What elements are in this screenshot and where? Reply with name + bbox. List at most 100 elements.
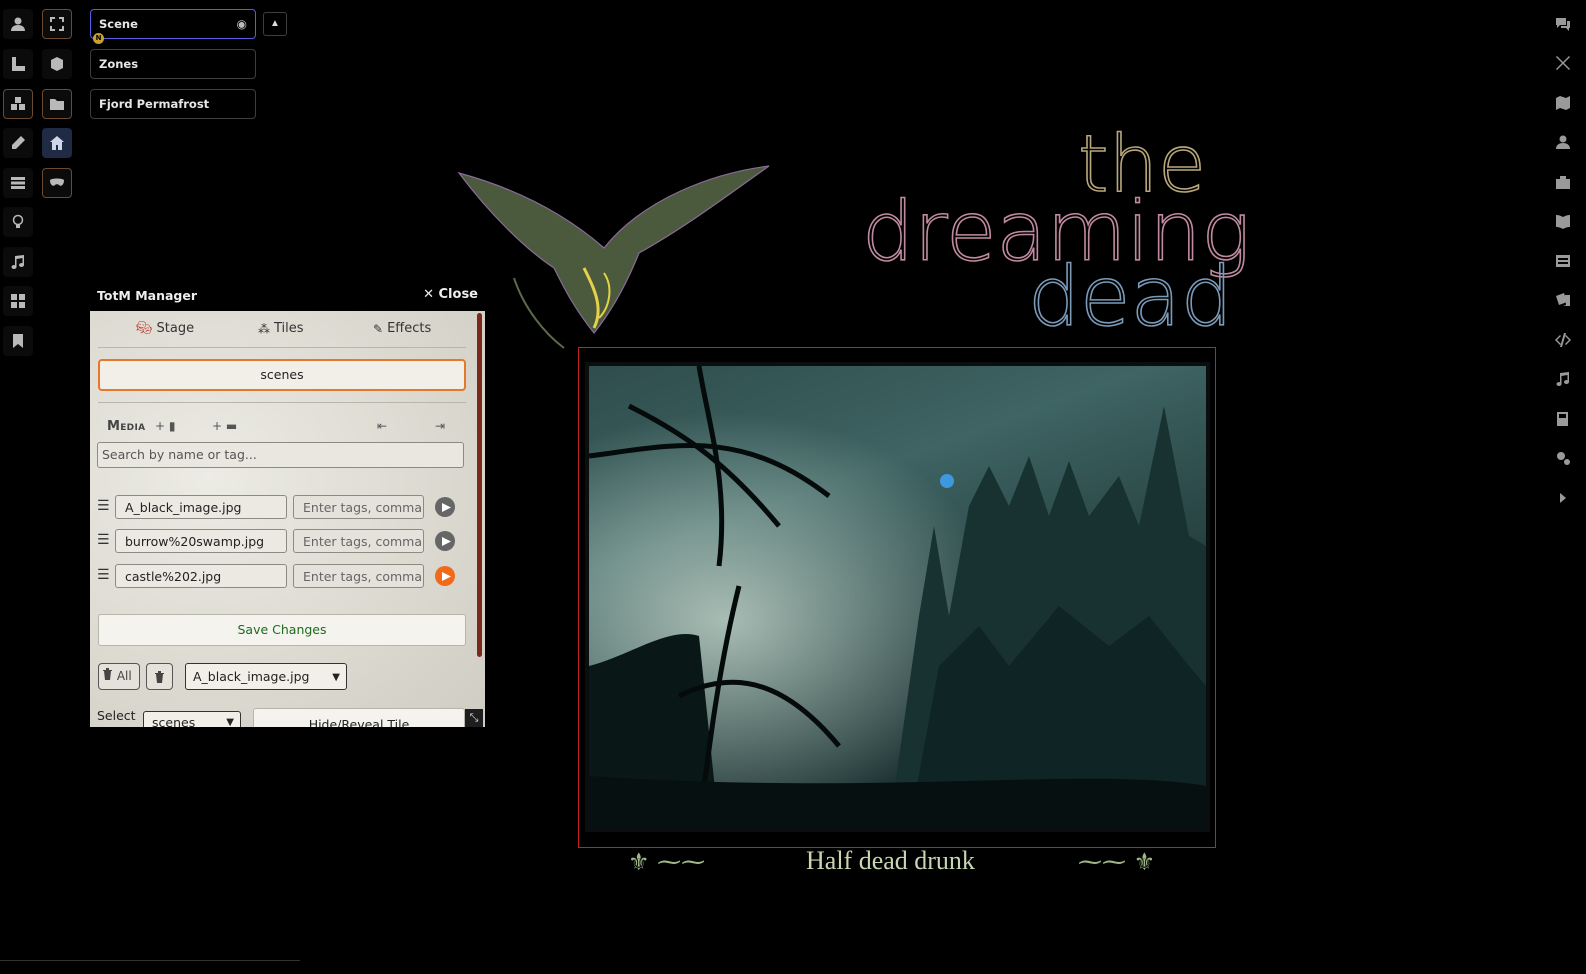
delete-button[interactable]	[146, 663, 173, 690]
map-icon	[1556, 96, 1570, 110]
tiles-controls-button[interactable]	[3, 89, 33, 119]
chat-tab[interactable]	[1553, 11, 1579, 37]
save-changes-button[interactable]: Save Changes	[98, 614, 466, 646]
scene-nav-fjord-permafrost[interactable]: Fjord Permafrost	[90, 89, 256, 119]
playlists-tab[interactable]	[1553, 366, 1579, 392]
journal-tab[interactable]	[1553, 208, 1579, 234]
arrow-left-icon: ⇤	[377, 419, 388, 433]
add-folder-button[interactable]: + ▬	[212, 419, 237, 433]
add-file-button[interactable]: + ▮	[155, 419, 175, 433]
items-tab[interactable]	[1553, 169, 1579, 195]
scenes-tile-button[interactable]: scenes	[98, 359, 466, 391]
actors-tab[interactable]	[1553, 129, 1579, 155]
scene-caption: Half dead drunk	[806, 846, 975, 875]
scene-nav-label: Fjord Permafrost	[99, 97, 210, 111]
scene-nav-label: Scene	[99, 17, 138, 31]
scenes-tab[interactable]	[1553, 90, 1579, 116]
music-icon	[11, 255, 25, 270]
compendium-icon	[1557, 412, 1568, 426]
sidebar-collapse-button[interactable]	[1553, 485, 1579, 511]
drag-handle-icon[interactable]: ☰	[97, 567, 110, 583]
mask-tool-button[interactable]	[42, 168, 72, 198]
home-tool-button[interactable]	[42, 128, 72, 158]
drag-handle-icon[interactable]: ☰	[97, 532, 110, 548]
settings-tab[interactable]	[1553, 445, 1579, 471]
section-divider	[98, 402, 466, 403]
macros-icon	[1555, 333, 1571, 347]
media-label: Media	[107, 419, 146, 434]
fullscreen-button[interactable]	[42, 9, 72, 39]
cards-icon	[1556, 293, 1570, 306]
regions-controls-button[interactable]	[3, 286, 33, 316]
lighting-controls-button[interactable]	[3, 207, 33, 237]
token-controls-button[interactable]	[3, 9, 33, 39]
panel-close-button[interactable]: ✕ Close	[423, 287, 478, 302]
folder-tool-button[interactable]	[42, 89, 72, 119]
chevron-down-icon: ▼	[332, 672, 340, 683]
media-toolbar: Media + ▮ + ▬ ⇤ ⇥	[107, 419, 467, 437]
cubes-icon	[11, 97, 25, 110]
macros-tab[interactable]	[1553, 327, 1579, 353]
import-button[interactable]: ⇤	[377, 419, 387, 433]
cards-tab[interactable]	[1553, 287, 1579, 313]
user-icon	[11, 17, 25, 31]
hide-reveal-tile-button[interactable]: Hide/Reveal Tile	[253, 708, 465, 727]
tags-input[interactable]: Enter tags, comma	[293, 564, 424, 588]
chat-icon	[1556, 18, 1570, 31]
tables-tab[interactable]	[1553, 248, 1579, 274]
scene-nav-label: Zones	[99, 57, 139, 71]
panel-header[interactable]: TotM Manager ✕ Close	[90, 283, 486, 307]
file-name-field[interactable]: A_black_image.jpg	[115, 495, 287, 519]
tab-tiles[interactable]: ⁂ Tiles	[258, 321, 304, 336]
scene-nav-toggle-button[interactable]: ▲	[263, 12, 287, 36]
walls-controls-button[interactable]	[3, 168, 33, 198]
cube-tool-button[interactable]	[42, 49, 72, 79]
actor-icon	[1556, 135, 1570, 149]
select-label: Select	[97, 708, 136, 723]
tags-input[interactable]: Enter tags, comma	[293, 495, 424, 519]
file-select[interactable]: A_black_image.jpg ▼	[185, 663, 347, 690]
scene-nav-scene[interactable]: Scene ◉ N	[90, 9, 256, 44]
trash-icon	[155, 670, 164, 683]
tab-stage-label: Stage	[156, 321, 195, 336]
file-name-field[interactable]: castle%202.jpg	[115, 564, 287, 588]
resize-handle-icon[interactable]: ⤡	[465, 709, 483, 727]
combat-tab[interactable]	[1553, 50, 1579, 76]
play-button[interactable]	[435, 497, 455, 517]
file-name-field[interactable]: burrow%20swamp.jpg	[115, 529, 287, 553]
play-icon	[441, 571, 451, 581]
folder-icon	[50, 99, 64, 110]
scene-nav-zones[interactable]: Zones	[90, 49, 256, 79]
collapse-icon	[1560, 493, 1566, 503]
cube-icon	[51, 57, 63, 71]
tags-input[interactable]: Enter tags, comma	[293, 529, 424, 553]
play-icon	[441, 502, 451, 512]
measure-controls-button[interactable]	[3, 49, 33, 79]
export-button[interactable]: ⇥	[435, 419, 445, 433]
tab-effects[interactable]: ✎ Effects	[373, 321, 431, 336]
tab-stage[interactable]: 🎭︎ Stage	[136, 321, 194, 336]
notes-controls-button[interactable]	[3, 326, 33, 356]
tile-select[interactable]: scenes ▼	[143, 711, 241, 727]
compendium-tab[interactable]	[1553, 406, 1579, 432]
media-row: ☰ A_black_image.jpg Enter tags, comma	[97, 495, 457, 519]
trash-icon	[103, 668, 112, 680]
delete-all-button[interactable]: All	[98, 663, 140, 690]
drag-handle-icon[interactable]: ☰	[97, 498, 110, 514]
home-icon	[50, 136, 64, 150]
settings-icon	[1557, 452, 1570, 465]
title-logo: the dreaming dead	[860, 119, 1251, 346]
media-search-input[interactable]: Search by name or tag...	[97, 442, 464, 468]
arrow-right-icon: ⇥	[435, 419, 446, 433]
totm-manager-panel: 🎭︎ Stage ⁂ Tiles ✎ Effects scenes Media …	[90, 311, 485, 727]
pencil-icon	[12, 136, 25, 149]
play-button-active[interactable]	[435, 566, 455, 586]
tables-icon	[1556, 255, 1570, 267]
drawing-controls-button[interactable]	[3, 128, 33, 158]
panel-tabs: 🎭︎ Stage ⁂ Tiles ✎ Effects	[98, 319, 466, 348]
play-icon	[441, 536, 451, 546]
file-icon: ▮	[168, 419, 176, 433]
panel-scrollbar[interactable]	[477, 313, 482, 657]
sound-controls-button[interactable]	[3, 247, 33, 277]
play-button[interactable]	[435, 531, 455, 551]
